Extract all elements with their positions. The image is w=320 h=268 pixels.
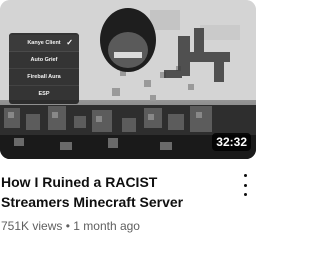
menu-dot [243,183,247,187]
mod-item-label: Auto Grief [30,57,58,63]
mod-item-kanye-client: Kanye Client ✓ [9,35,79,52]
video-title[interactable]: How I Ruined a RACIST Streamers Minecraf… [1,172,229,212]
mod-item-auto-grief: Auto Grief [9,52,79,69]
check-icon: ✓ [66,38,73,47]
more-vert-icon[interactable] [238,174,252,196]
video-thumbnail[interactable]: Kanye Client ✓ Auto Grief Fireball Aura … [0,0,256,159]
mod-item-label: ESP [38,91,50,97]
mod-item-fireball-aura: Fireball Aura [9,69,79,86]
meta-separator: • [65,219,70,233]
mod-item-esp: ESP [9,86,79,102]
video-metadata: 751K views • 1 month ago [1,218,140,234]
mod-item-label: Kanye Client [27,40,61,46]
mod-item-label: Fireball Aura [27,74,61,80]
menu-dot [243,174,247,177]
video-card[interactable]: Kanye Client ✓ Auto Grief Fireball Aura … [0,0,260,268]
menu-dot [243,193,247,196]
duration-badge: 32:32 [212,133,251,151]
mod-menu-overlay: Kanye Client ✓ Auto Grief Fireball Aura … [9,33,79,104]
upload-age: 1 month ago [73,219,140,233]
view-count: 751K views [1,219,63,233]
